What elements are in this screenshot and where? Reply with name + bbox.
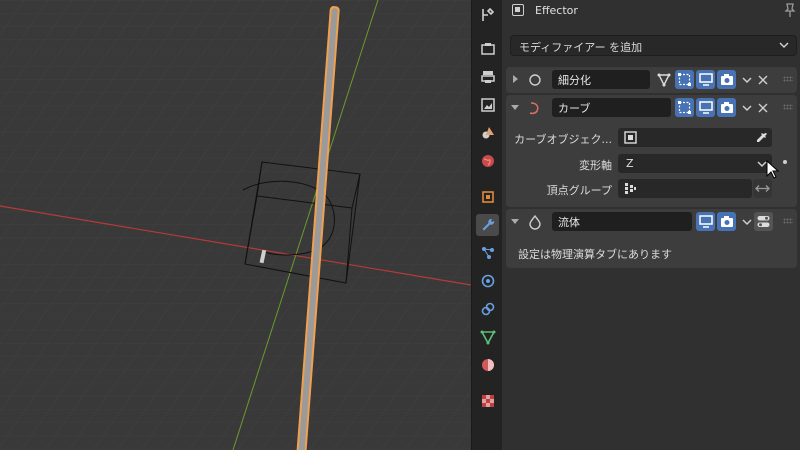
deform-axis-label: 変形軸 (579, 159, 612, 172)
object-icon (624, 131, 637, 144)
vertex-group-label: 頂点グループ (546, 184, 612, 197)
particles-icon (481, 247, 494, 259)
collapse-triangle-icon[interactable] (511, 105, 519, 110)
fluid-icon (529, 214, 541, 230)
tab-particles[interactable] (476, 242, 499, 264)
tab-object[interactable] (476, 186, 499, 208)
camera-icon (720, 216, 733, 227)
tab-texture[interactable] (476, 390, 499, 412)
curve-modifier-icon (529, 102, 539, 115)
render-toggle[interactable] (717, 98, 736, 117)
animate-dot-icon[interactable] (783, 160, 787, 164)
drag-handle-icon[interactable] (783, 104, 793, 110)
vertex-group-icon (625, 183, 636, 194)
tool-icon (481, 7, 494, 21)
modifier-menu-button[interactable] (737, 70, 756, 89)
context-object-name: Effector (535, 4, 578, 17)
edit-cage-toggle[interactable] (654, 70, 673, 89)
drag-handle-icon[interactable] (783, 218, 793, 224)
tab-material[interactable] (476, 354, 499, 376)
edit-mode-toggle[interactable] (675, 70, 694, 89)
viewport-display-toggle[interactable] (696, 70, 715, 89)
mesh-data-icon (480, 330, 495, 345)
modifier-panel-fluid: 流体 設定は物理演算タブにあります (506, 209, 797, 268)
render-toggle[interactable] (717, 212, 736, 231)
properties-header: Effector (502, 0, 800, 24)
collapse-triangle-icon[interactable] (511, 219, 519, 224)
remove-modifier-button[interactable] (755, 70, 771, 89)
chevron-down-icon (741, 218, 752, 225)
camera-icon (720, 102, 733, 113)
viewport-grid (0, 0, 471, 450)
tab-data[interactable] (476, 326, 499, 348)
modifier-name-field[interactable]: 流体 (552, 212, 692, 231)
toggle-switch-icon (757, 216, 770, 227)
physics-icon (481, 274, 494, 288)
chevron-down-icon (741, 76, 752, 83)
monitor-icon (698, 101, 713, 114)
edit-mode-toggle[interactable] (675, 98, 694, 117)
vertex-group-field[interactable] (618, 179, 752, 198)
curve-object-field[interactable] (618, 128, 772, 147)
scene-icon (482, 127, 494, 139)
close-icon (758, 103, 768, 112)
tab-physics[interactable] (476, 270, 499, 292)
tab-output[interactable] (476, 66, 499, 88)
output-icon (480, 71, 495, 83)
expand-triangle-icon[interactable] (513, 75, 518, 83)
tab-world[interactable] (476, 150, 499, 172)
modifier-menu-button[interactable] (737, 98, 756, 117)
fluid-settings-note: 設定は物理演算タブにあります (518, 248, 672, 261)
arrow-left-right-icon (755, 185, 770, 192)
camera-icon (720, 74, 733, 85)
add-modifier-dropdown[interactable]: モディファイアー を追加 (510, 35, 797, 56)
eyedropper-icon[interactable] (755, 131, 768, 144)
modifier-name-field[interactable]: カーブ (552, 98, 671, 117)
object-icon (481, 191, 494, 203)
modifier-panel-subdivision: 細分化 (506, 67, 797, 93)
wrench-icon (482, 218, 494, 231)
chevron-down-icon (741, 104, 752, 111)
3d-viewport[interactable] (0, 0, 471, 450)
tab-scene[interactable] (476, 122, 499, 144)
view-layer-icon (480, 98, 495, 112)
tab-constraints[interactable] (476, 298, 499, 320)
modifier-panel-curve: カーブ カーブオブジェク... 変形軸 Z 頂点グループ (506, 95, 797, 207)
viewport-display-toggle[interactable] (696, 212, 715, 231)
subdivision-icon (529, 74, 541, 86)
constraints-icon (481, 302, 494, 316)
tab-view-layer[interactable] (476, 94, 499, 116)
add-modifier-label: モディファイアー を追加 (519, 41, 643, 54)
drag-handle-icon[interactable] (783, 76, 793, 82)
mouse-cursor-icon (766, 160, 780, 179)
texture-icon (481, 395, 494, 407)
curve-object-label: カーブオブジェク... (514, 133, 612, 146)
viewport-display-toggle[interactable] (696, 98, 715, 117)
properties-editor: Effector モディファイアー を追加 細分化 カーブ カーブオブジェク..… (502, 0, 800, 450)
deform-axis-dropdown[interactable]: Z (618, 154, 772, 173)
remove-modifier-button[interactable] (755, 98, 771, 117)
object-context-icon (512, 4, 524, 16)
pin-icon[interactable] (782, 2, 798, 18)
edit-mode-icon (678, 73, 691, 86)
deform-axis-value: Z (626, 157, 634, 170)
chevron-down-icon (779, 42, 789, 49)
tab-tool[interactable] (476, 4, 499, 26)
cage-icon (657, 73, 670, 87)
edit-mode-icon (678, 101, 691, 114)
tab-render[interactable] (476, 38, 499, 60)
render-toggle[interactable] (717, 70, 736, 89)
physics-toggle[interactable] (754, 212, 773, 231)
monitor-icon (698, 73, 713, 86)
close-icon (758, 75, 768, 84)
properties-tab-bar (471, 0, 503, 450)
render-icon (480, 43, 495, 55)
world-icon (481, 155, 494, 167)
invert-vertex-group-toggle[interactable] (753, 179, 772, 198)
modifier-name-field[interactable]: 細分化 (552, 70, 650, 89)
tab-modifier[interactable] (476, 214, 499, 236)
material-icon (481, 359, 494, 371)
monitor-icon (698, 215, 713, 228)
